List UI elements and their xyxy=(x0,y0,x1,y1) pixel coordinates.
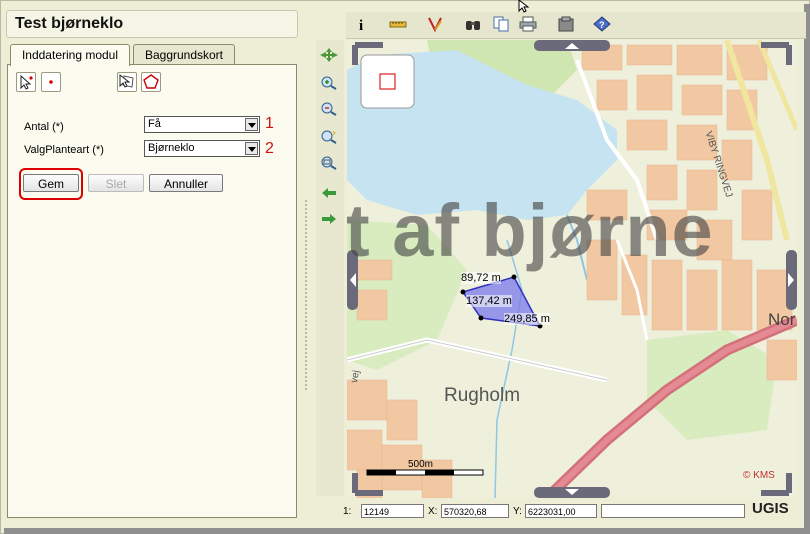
window-shadow xyxy=(804,4,810,534)
planteart-label: ValgPlanteart (*) xyxy=(24,144,104,156)
copyright-label: © KMS xyxy=(743,470,775,481)
annotation-marker-2: 2 xyxy=(265,140,274,157)
status-message-field xyxy=(601,504,745,518)
delete-button[interactable]: Slet xyxy=(88,174,144,192)
chevron-down-icon[interactable] xyxy=(245,142,258,155)
forward-arrow-icon[interactable] xyxy=(320,212,338,226)
mouse-cursor-icon xyxy=(518,0,530,13)
info-icon[interactable]: i xyxy=(354,16,372,32)
cancel-button[interactable]: Annuller xyxy=(149,174,223,192)
x-coordinate-label: X: xyxy=(428,506,438,517)
antal-value: Få xyxy=(148,118,161,130)
scale-prefix-label: 1: xyxy=(343,506,352,517)
annotation-marker-1: 1 xyxy=(265,115,274,132)
y-coordinate-label: Y: xyxy=(513,506,522,517)
select-point-tool-icon[interactable] xyxy=(16,72,36,92)
planteart-select[interactable]: Bjørneklo xyxy=(144,140,260,157)
print-icon[interactable] xyxy=(519,16,537,32)
measure-ruler-icon[interactable] xyxy=(389,16,407,32)
measurement-label: 89,72 m xyxy=(461,272,501,284)
planteart-value: Bjørneklo xyxy=(148,142,195,154)
antal-label: Antal (*) xyxy=(24,121,64,133)
layers-folder-icon[interactable] xyxy=(557,16,575,32)
chevron-down-icon[interactable] xyxy=(245,118,258,131)
add-point-tool-icon[interactable] xyxy=(41,72,61,92)
scale-field[interactable]: 12149 xyxy=(361,504,424,518)
measurement-label: 137,42 m xyxy=(466,295,512,307)
map-canvas[interactable]: t af bjørne Rugholm Nor VIBY RINGVEJ vej… xyxy=(347,40,797,498)
binoculars-icon[interactable] xyxy=(464,16,482,32)
copy-icon[interactable] xyxy=(492,16,510,32)
x-coordinate-field: 570320,68 xyxy=(441,504,509,518)
map-watermark: t af bjørne xyxy=(347,189,714,272)
antal-select[interactable]: Få xyxy=(144,116,260,133)
page-title: Test bjørneklo xyxy=(15,15,124,32)
save-button[interactable]: Gem xyxy=(23,174,79,192)
scale-bar-label: 500m xyxy=(408,459,434,470)
zoom-extent-icon[interactable] xyxy=(320,130,338,144)
svg-text:i: i xyxy=(359,18,363,32)
help-icon[interactable]: ? xyxy=(593,16,611,32)
road-label-vej: vej xyxy=(349,369,363,384)
place-label-nor: Nor xyxy=(768,310,796,329)
back-arrow-icon[interactable] xyxy=(320,186,338,200)
title-bar: Test bjørneklo xyxy=(6,10,298,38)
place-label-rugholm: Rugholm xyxy=(444,385,521,406)
svg-text:?: ? xyxy=(599,20,605,30)
zoom-box-icon[interactable] xyxy=(320,156,338,170)
pan-icon[interactable] xyxy=(320,48,338,62)
window-shadow xyxy=(4,528,810,534)
splitter-handle[interactable] xyxy=(305,200,309,390)
zoom-in-icon[interactable] xyxy=(320,76,338,90)
y-coordinate-field: 6223031,00 xyxy=(525,504,597,518)
map-top-toolbar xyxy=(346,12,806,39)
draw-pen-icon[interactable] xyxy=(426,16,444,32)
zoom-out-icon[interactable] xyxy=(320,102,338,116)
tab-inddatering[interactable]: Inddatering modul xyxy=(10,44,130,66)
ugis-logo: UGIS xyxy=(752,500,789,517)
measurement-label: 249,85 m xyxy=(504,313,550,325)
select-polygon-tool-icon[interactable] xyxy=(117,72,137,92)
draw-polygon-tool-icon[interactable] xyxy=(141,72,161,92)
tab-baggrundskort[interactable]: Baggrundskort xyxy=(133,44,235,65)
